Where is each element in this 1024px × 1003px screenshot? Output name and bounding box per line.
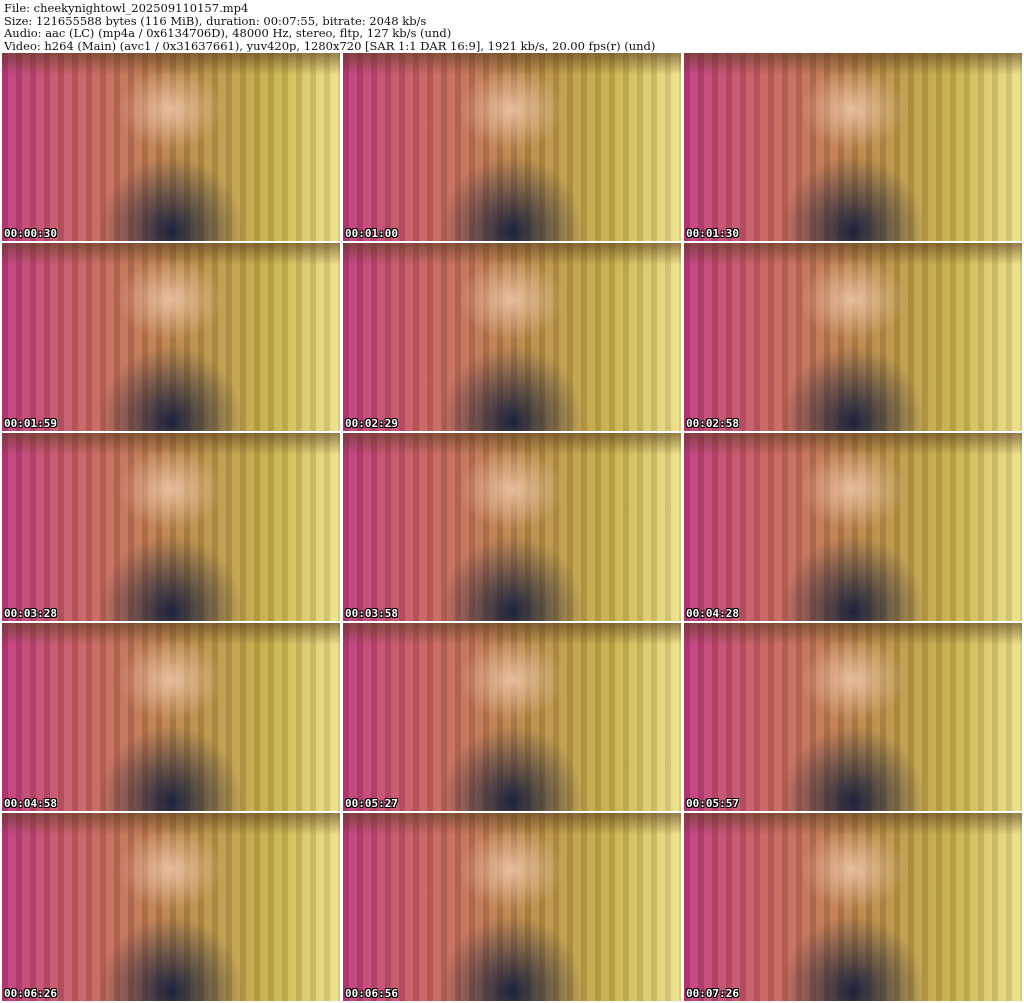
timestamp: 00:01:00	[345, 227, 398, 240]
video-thumbnail: 00:00:30	[2, 53, 340, 241]
timestamp: 00:00:30	[4, 227, 57, 240]
size-duration-line: Size: 121655588 bytes (116 MiB), duratio…	[4, 14, 427, 27]
timestamp: 00:04:58	[4, 797, 57, 810]
timestamp: 00:03:58	[345, 607, 398, 620]
video-thumbnail: 00:01:00	[343, 53, 681, 241]
video-thumbnail: 00:06:26	[2, 813, 340, 1001]
video-thumbnail: 00:05:27	[343, 623, 681, 811]
timestamp: 00:03:28	[4, 607, 57, 620]
video-thumbnail: 00:02:58	[684, 243, 1022, 431]
timestamp: 00:06:26	[4, 987, 57, 1000]
thumbnail-grid: 00:00:30 00:01:00 00:01:30 00:01:59 00:0…	[2, 53, 1022, 1001]
timestamp: 00:07:26	[686, 987, 739, 1000]
video-thumbnail: 00:02:29	[343, 243, 681, 431]
video-thumbnail: 00:01:30	[684, 53, 1022, 241]
file-info-header: File: cheekynightowl_202509110157.mp4 Si…	[4, 2, 1020, 52]
timestamp: 00:01:59	[4, 417, 57, 430]
video-thumbnail: 00:03:58	[343, 433, 681, 621]
video-thumbnail: 00:04:28	[684, 433, 1022, 621]
video-thumbnail: 00:01:59	[2, 243, 340, 431]
timestamp: 00:05:27	[345, 797, 398, 810]
timestamp: 00:02:29	[345, 417, 398, 430]
timestamp: 00:02:58	[686, 417, 739, 430]
video-thumbnail: 00:05:57	[684, 623, 1022, 811]
file-name-line: File: cheekynightowl_202509110157.mp4	[4, 2, 249, 15]
timestamp: 00:04:28	[686, 607, 739, 620]
timestamp: 00:01:30	[686, 227, 739, 240]
video-thumbnail: 00:04:58	[2, 623, 340, 811]
timestamp: 00:06:56	[345, 987, 398, 1000]
video-thumbnail: 00:03:28	[2, 433, 340, 621]
video-thumbnail: 00:06:56	[343, 813, 681, 1001]
video-thumbnail: 00:07:26	[684, 813, 1022, 1001]
audio-info-line: Audio: aac (LC) (mp4a / 0x6134706D), 480…	[4, 27, 452, 40]
timestamp: 00:05:57	[686, 797, 739, 810]
video-info-line: Video: h264 (Main) (avc1 / 0x31637661), …	[4, 39, 656, 52]
